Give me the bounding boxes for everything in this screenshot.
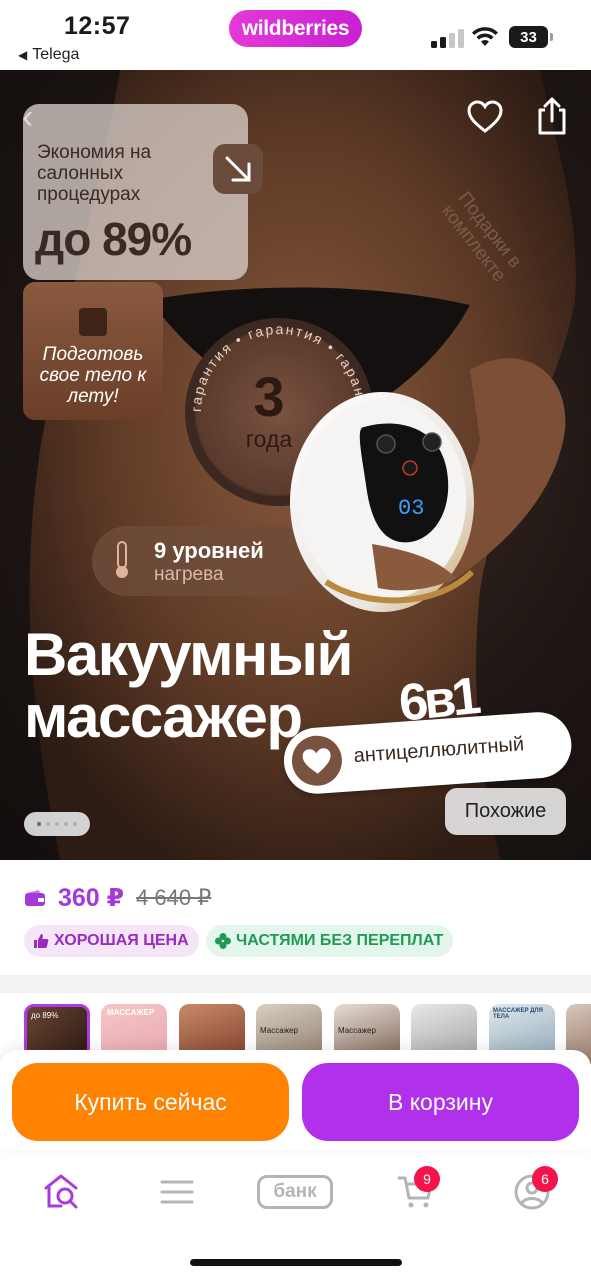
thumbnail-caption: МАССАЖЕР — [107, 1008, 155, 1017]
thumbnail-caption: Массажер — [338, 1026, 376, 1035]
buy-now-button[interactable]: Купить сейчас — [12, 1063, 289, 1141]
good-price-label: ХОРОШАЯ ЦЕНА — [54, 932, 189, 949]
product-title-line2: массажер — [24, 683, 303, 750]
product-image-carousel[interactable]: ‹ Экономия на салонных процедурах до 89%… — [0, 70, 591, 860]
section-divider — [0, 975, 591, 993]
wallet-icon — [25, 890, 45, 906]
bank-icon[interactable]: банк — [257, 1175, 333, 1209]
thermometer-icon — [116, 541, 128, 578]
back-app-label: Telega — [32, 46, 80, 63]
prepare-text: Подготовь свое тело к лету! — [39, 344, 147, 407]
diagonal-arrow-icon — [213, 144, 263, 194]
back-triangle-icon: ◀ — [18, 48, 28, 62]
installments-label: ЧАСТЯМИ БЕЗ ПЕРЕПЛАТ — [236, 932, 444, 949]
prepare-card: Подготовь свое тело к лету! — [23, 282, 163, 420]
heat-levels-badge: 9 уровней нагрева — [92, 526, 312, 596]
device-display: 03 — [398, 496, 424, 521]
battery-icon: 33 — [509, 26, 553, 48]
home-indicator — [190, 1259, 402, 1266]
palm-icon — [79, 308, 107, 336]
status-time: 12:57 — [64, 12, 131, 40]
battery-level: 33 — [509, 26, 548, 48]
anti-cellulite-label: антицеллюлитный — [352, 733, 525, 768]
menu-icon[interactable] — [157, 1172, 197, 1212]
add-to-cart-button[interactable]: В корзину — [302, 1063, 579, 1141]
thumbnail-caption: Массажер — [260, 1026, 298, 1035]
status-bar: 12:57 ◀ Telega wildberries 33 — [0, 0, 591, 70]
savings-card: Экономия на салонных процедурах до 89% — [23, 104, 263, 280]
savings-percent: до 89% — [35, 213, 192, 265]
savings-text: Экономия на салонных процедурах — [37, 142, 152, 205]
cellular-signal-icon — [431, 28, 465, 48]
installments-badge[interactable]: ЧАСТЯМИ БЕЗ ПЕРЕПЛАТ — [206, 925, 454, 957]
carousel-indicator — [24, 812, 90, 836]
current-price: 360 ₽ — [58, 884, 125, 912]
heart-icon — [290, 734, 344, 788]
profile-count-badge: 6 — [532, 1166, 558, 1192]
cart-count-badge: 9 — [414, 1166, 440, 1192]
clover-icon — [215, 933, 231, 949]
heat-levels-sub: нагрева — [154, 564, 224, 585]
favorite-heart-icon[interactable] — [466, 98, 504, 136]
similar-button[interactable]: Похожие — [445, 788, 566, 835]
thumbnail-caption: до 89% — [31, 1011, 59, 1020]
old-price: 4 640 ₽ — [136, 885, 212, 910]
price-row: 360 ₽ 4 640 ₽ — [24, 882, 211, 914]
wifi-icon — [472, 27, 498, 46]
back-to-app-link[interactable]: ◀ Telega — [18, 46, 79, 64]
product-title-line1: Вакуумный — [24, 621, 353, 688]
heat-levels-title: 9 уровней — [154, 538, 264, 563]
thumbs-up-icon — [34, 934, 49, 948]
thumbnail-caption: МАССАЖЕР ДЛЯ ТЕЛА — [493, 1008, 543, 1020]
massager-device-image: 03 — [290, 392, 474, 612]
good-price-badge[interactable]: ХОРОШАЯ ЦЕНА — [24, 925, 199, 957]
share-icon[interactable] — [534, 96, 570, 136]
brand-pill: wildberries — [229, 10, 362, 47]
home-search-icon[interactable] — [41, 1172, 81, 1212]
